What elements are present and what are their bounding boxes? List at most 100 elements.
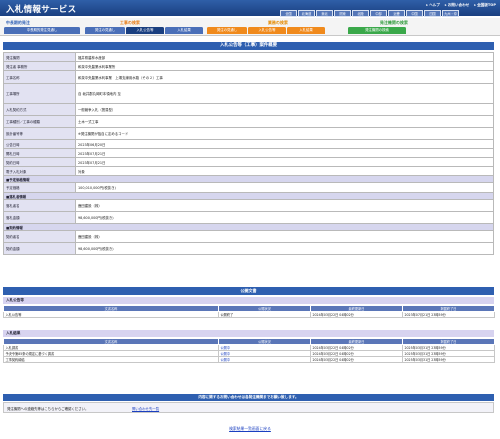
region-tab-hokkaido[interactable]: 北海道 [298,10,315,17]
group-title-orderer: 発注機関の検索 [380,20,408,25]
region-tab-kyushu[interactable]: 九州・沖縄 [442,10,459,22]
row-value: 土木一式工事 [75,115,494,128]
region-tab-tohoku[interactable]: 東北 [316,10,333,17]
table-row: 工事名称 和泉中央農業水利事業 上場支線用水路（その２）工事 [3,70,494,84]
row-value: 福井県農林水産部 [75,52,494,62]
row-label: 予定価格 [3,182,76,193]
region-tab-national[interactable]: 全国 [280,10,297,17]
row-label: 契約金額 [3,242,76,255]
row-label: 設計番号等 [3,127,76,140]
row-label: 入札契約方式 [3,103,76,116]
row-value: 対象 [75,166,494,176]
row-label: 電子入札対象 [3,166,76,176]
section-heading: ■契約情報 [3,223,494,231]
row-value: 98,600,000円(税抜き) [75,242,494,255]
documents-table-notice: 文書名称 公開状況 最終更新日 掲載終了日 入札公告等 公開終了 2024年03… [3,305,495,318]
region-tabs: 全国 北海道 東北 関東 北陸 中部 近畿 中国 四国 九州・沖縄 [280,10,459,22]
region-tab-chugoku[interactable]: 中国 [406,10,423,17]
region-tab-chubu[interactable]: 中部 [370,10,387,17]
row-label: 発注機関 [3,52,76,62]
group-title-construction: 工事の検索 [120,20,140,25]
tab-orderer-search[interactable]: 発注機関の検索 [348,27,406,34]
row-value: 2023年07月21日 [75,148,494,158]
doc-status-link[interactable]: 公開中 [218,356,311,363]
table-row: 入札契約方式 一般競争入札（簡易型） [3,103,494,116]
section-heading: ■落札者情報 [3,192,494,200]
doc-name: 工事契約締結 [3,356,219,363]
doc-updated: 2024年03月22日 04時02分 [310,311,403,318]
table-row: 工事場所 自 坂井郡丸岡町本領地内 至 [3,83,494,104]
group-title-service: 業務の検索 [268,20,288,25]
table-row: 契約者名 鹿田建設（株） [3,230,494,243]
table-row: 入札公告等 公開終了 2024年03月22日 04時02分 2023年07月21… [3,311,495,318]
region-tab-hokuriku[interactable]: 北陸 [352,10,369,17]
group-title-midlong: 中長期的発注 [6,20,30,25]
table-row: 発注者 事務所 和泉中央農業水利事業所 [3,61,494,71]
page-title: 入札公告等（工事）案件概要 [3,42,494,50]
region-tab-kanto[interactable]: 関東 [334,10,351,17]
header-links: ヘルプ お問い合わせ 全国版TOP [426,3,496,8]
row-value: ※発注機関が独自に定めるコード [75,127,494,140]
menu-band: 中長期的発注 工事の検索 業務の検索 発注機関の検索 中長期的発注見通し 発注の… [0,18,500,36]
inquiry-text: 発注機関への連絡先等はこちらからご確認ください。 [7,407,89,411]
documents-section-notice: 入札公告等 [3,297,494,304]
doc-updated: 2024年03月22日 04時02分 [310,356,403,363]
row-label: 契約者名 [3,230,76,243]
help-link[interactable]: ヘルプ [426,3,440,8]
national-top-link[interactable]: 全国版TOP [474,3,496,8]
tab-construction-notice[interactable]: 入札公告等 [126,27,164,34]
section-row-winner: ■落札者情報 [3,192,494,200]
table-row: 契約金額 98,600,000円(税抜き) [3,242,494,255]
row-label: 工事種別／工事の種類 [3,115,76,128]
table-row: 開札日時 2023年07月21日 [3,148,494,158]
tab-construction-results[interactable]: 入札結果 [165,27,203,34]
table-row: 電子入札対象 対象 [3,166,494,176]
menu-tabs: 中長期的発注見通し 発注の見通し 入札公告等 入札結果 発注の見通し 入札公告等… [4,27,406,35]
row-value: 鹿田建設（株） [75,230,494,243]
row-label: 工事名称 [3,70,76,84]
table-row: 予定価格 100,010,000円(税抜き) [3,182,494,193]
table-row: 設計番号等 ※発注機関が独自に定めるコード [3,127,494,140]
doc-status: 公開終了 [218,311,311,318]
region-tab-kinki[interactable]: 近畿 [388,10,405,17]
region-tab-shikoku[interactable]: 四国 [424,10,441,17]
row-value: 2023年07月21日 [75,157,494,167]
section-row-contract: ■契約情報 [3,223,494,231]
documents-section-results: 入札結果 [3,330,494,337]
row-value: 98,600,000円(税抜き) [75,211,494,224]
row-label: 開札日時 [3,148,76,158]
table-row: 落札金額 98,600,000円(税抜き) [3,211,494,224]
row-value: 和泉中央農業水利事業所 [75,61,494,71]
contact-link[interactable]: お問い合わせ [445,3,470,8]
tab-service-outlook[interactable]: 発注の見通し [207,27,247,34]
tab-midlong-outlook[interactable]: 中長期的発注見通し [4,27,80,34]
tab-service-results[interactable]: 入札結果 [287,27,325,34]
row-value: 100,010,000円(税抜き) [75,182,494,193]
row-value: 鹿田建設（株） [75,199,494,212]
row-label: 契約日時 [3,157,76,167]
table-row: 工事種別／工事の種類 土木一式工事 [3,115,494,128]
back-to-results-link[interactable]: 検索結果一覧画面に戻る [0,426,500,432]
section-row-price: ■予定価格情報 [3,175,494,183]
row-value: 2023年06月20日 [75,139,494,149]
row-value: 自 坂井郡丸岡町本領地内 至 [75,83,494,104]
row-label: 落札者名 [3,199,76,212]
table-row: 契約日時 2023年07月21日 [3,157,494,167]
row-label: 公告日時 [3,139,76,149]
doc-name: 入札公告等 [3,311,219,318]
tab-service-notice[interactable]: 入札公告等 [248,27,286,34]
row-value: 和泉中央農業水利事業 上場支線用水路（その２）工事 [75,70,494,84]
inquiry-title: 内容に関するお問い合わせは各発注機関までお願い致します。 [3,394,494,401]
row-label: 落札金額 [3,211,76,224]
doc-end-date: 2023年07月21日 23時59分 [402,311,495,318]
row-value: 一般競争入札（簡易型） [75,103,494,116]
site-title: 入札情報サービス [6,5,77,15]
section-heading: ■予定価格情報 [3,175,494,183]
row-label: 発注者 事務所 [3,61,76,71]
contact-list-link[interactable]: 問い合わせ先一覧 [132,406,159,411]
table-row: 工事契約締結 公開中 2024年03月22日 04時02分 2025年03月31… [3,356,495,363]
tab-construction-outlook[interactable]: 発注の見通し [85,27,125,34]
documents-table-results: 文書名称 公開状況 最終更新日 掲載終了日 入札調書 公開中 2024年03月2… [3,338,495,363]
documents-title: 公開文書 [3,287,494,295]
row-label: 工事場所 [3,83,76,104]
